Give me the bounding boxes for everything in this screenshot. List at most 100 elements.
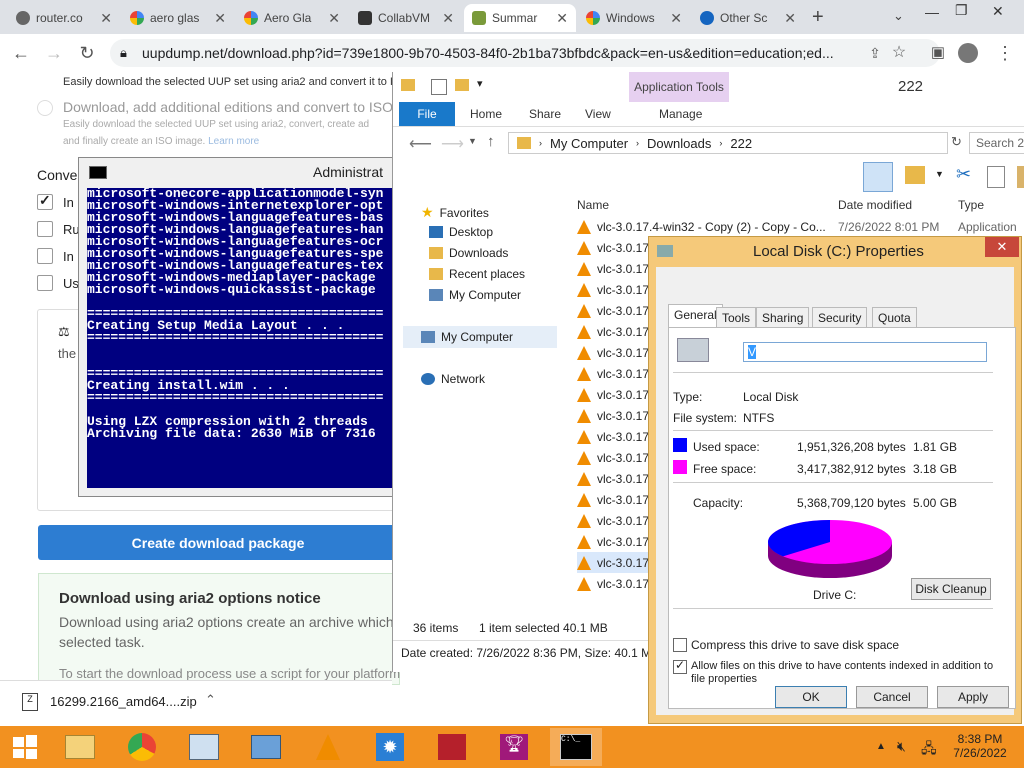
option-checkbox[interactable]: ✓ bbox=[37, 192, 53, 210]
file-row[interactable]: vlc-3.0.17 bbox=[577, 531, 649, 552]
search-input[interactable]: Search 22 bbox=[969, 132, 1024, 154]
properties-dialog[interactable]: Local Disk (C:) Properties ✕ General Too… bbox=[648, 236, 1022, 724]
breadcrumb-item[interactable]: 222 bbox=[730, 136, 752, 151]
column-header-date[interactable]: Date modified bbox=[838, 198, 912, 212]
option-checkbox[interactable] bbox=[37, 248, 53, 264]
quick-access-dropdown-icon[interactable]: ▾ bbox=[477, 77, 483, 90]
options-dropdown-icon[interactable]: ▼ bbox=[935, 169, 944, 179]
cut-icon[interactable]: ✂ bbox=[956, 164, 971, 185]
menu-kebab-icon[interactable]: ⋮ bbox=[994, 42, 1016, 64]
file-explorer-icon[interactable] bbox=[54, 728, 106, 766]
share-icon[interactable]: ⇪ bbox=[864, 42, 886, 64]
cancel-button[interactable]: Cancel bbox=[856, 686, 928, 708]
recent-locations-chevron-icon[interactable]: ▼ bbox=[468, 136, 477, 146]
file-row[interactable]: vlc-3.0.17 bbox=[577, 342, 649, 363]
tab-quota[interactable]: Quota bbox=[872, 307, 917, 329]
close-icon[interactable]: ✕ bbox=[670, 10, 682, 27]
column-header-type[interactable]: Type bbox=[958, 198, 984, 212]
bookmark-star-icon[interactable]: ☆ bbox=[888, 42, 910, 64]
nav-desktop[interactable]: Desktop bbox=[429, 225, 493, 239]
column-header-name[interactable]: Name bbox=[577, 198, 609, 212]
ok-button[interactable]: OK bbox=[775, 686, 847, 708]
dialog-close-button[interactable]: ✕ bbox=[985, 237, 1019, 257]
show-hidden-icons-chevron[interactable]: ▲ bbox=[876, 741, 886, 752]
close-icon[interactable]: ✕ bbox=[556, 10, 568, 27]
file-row[interactable]: vlc-3.0.17 bbox=[577, 405, 649, 426]
tab-sharing[interactable]: Sharing bbox=[756, 307, 810, 329]
tab-file[interactable]: File bbox=[399, 102, 455, 126]
nav-network[interactable]: Network bbox=[421, 372, 485, 386]
file-row[interactable]: vlc-3.0.17 bbox=[577, 321, 649, 342]
file-row[interactable]: vlc-3.0.17 bbox=[577, 384, 649, 405]
up-arrow-icon[interactable]: ↑ bbox=[487, 133, 495, 150]
file-row[interactable]: vlc-3.0.17 bbox=[577, 447, 649, 468]
profile-avatar[interactable] bbox=[958, 43, 978, 63]
index-checkbox[interactable]: ✓ bbox=[673, 658, 687, 674]
option-checkbox[interactable] bbox=[37, 275, 53, 291]
clock[interactable]: 8:38 PM 7/26/2022 bbox=[950, 732, 1010, 760]
preview-pane-icon[interactable] bbox=[863, 162, 893, 192]
volume-label-input[interactable]: V bbox=[743, 342, 987, 362]
radio-option-2[interactable] bbox=[37, 100, 53, 116]
disk-cleanup-button[interactable]: Disk Cleanup bbox=[911, 578, 991, 600]
tab-tools[interactable]: Tools bbox=[716, 307, 757, 329]
tab-share[interactable]: Share bbox=[529, 102, 561, 126]
file-row[interactable]: vlc-3.0.17 bbox=[577, 279, 649, 300]
close-icon[interactable]: ✕ bbox=[442, 10, 454, 27]
tab-home[interactable]: Home bbox=[470, 102, 502, 126]
chrome-icon[interactable] bbox=[116, 728, 168, 766]
explorer-address-bar[interactable]: › My Computer › Downloads › 222 bbox=[508, 132, 948, 154]
file-row[interactable]: vlc-3.0.17 bbox=[577, 258, 649, 279]
tab-other[interactable]: Other Sc ✕ bbox=[692, 4, 804, 32]
nav-recent-places[interactable]: Recent places bbox=[429, 267, 525, 281]
file-row[interactable]: vlc-3.0.17 bbox=[577, 468, 649, 489]
control-panel-icon[interactable] bbox=[240, 728, 292, 766]
command-prompt-window[interactable]: Administrat microsoft-onecore-applicatio… bbox=[78, 157, 396, 497]
address-bar[interactable]: 🔒︎ uupdump.net/download.php?id=739e1800-… bbox=[110, 39, 940, 67]
paste-icon[interactable] bbox=[1017, 166, 1024, 188]
settings-icon[interactable]: ✹ bbox=[364, 728, 416, 766]
nav-my-computer[interactable]: My Computer bbox=[421, 330, 513, 344]
file-row[interactable]: vlc-3.0.17 bbox=[577, 237, 649, 258]
tab-security[interactable]: Security bbox=[812, 307, 868, 329]
close-icon[interactable]: ✕ bbox=[328, 10, 340, 27]
tab-aero-glass-search[interactable]: aero glas ✕ bbox=[122, 4, 234, 32]
breadcrumb-item[interactable]: Downloads bbox=[647, 136, 711, 151]
vlc-icon[interactable] bbox=[302, 728, 354, 766]
tab-view[interactable]: View bbox=[585, 102, 611, 126]
start-button[interactable] bbox=[0, 728, 50, 766]
nav-favorites[interactable]: ★ Favorites bbox=[421, 204, 489, 221]
volume-muted-icon[interactable]: 🔇︎ bbox=[897, 738, 906, 755]
cmd-output[interactable]: microsoft-onecore-applicationmodel-syn mi… bbox=[87, 188, 393, 488]
refresh-icon[interactable]: ↻ bbox=[951, 134, 962, 150]
download-filename[interactable]: 16299.2166_amd64....zip bbox=[50, 694, 197, 709]
tab-summary[interactable]: Summar ✕ bbox=[464, 4, 576, 32]
cmd-icon[interactable]: C:\_ bbox=[550, 728, 602, 766]
folder-check-icon[interactable] bbox=[905, 166, 925, 184]
file-row[interactable]: vlc-3.0.17 bbox=[577, 489, 649, 510]
compress-checkbox[interactable] bbox=[673, 638, 687, 652]
minimize-button[interactable]: — bbox=[925, 4, 939, 20]
close-icon[interactable]: ✕ bbox=[100, 10, 112, 27]
file-row[interactable]: vlc-3.0.17 bbox=[577, 300, 649, 321]
properties-icon[interactable] bbox=[431, 79, 447, 95]
tab-aero-glass[interactable]: Aero Gla ✕ bbox=[236, 4, 348, 32]
back-arrow-icon[interactable]: ⟵ bbox=[409, 134, 432, 154]
tab-windows[interactable]: Windows ✕ bbox=[578, 4, 690, 32]
news-icon[interactable] bbox=[426, 728, 478, 766]
tab-search-chevron-icon[interactable]: ⌄ bbox=[893, 8, 904, 24]
task-manager-icon[interactable] bbox=[178, 728, 230, 766]
file-row[interactable]: vlc-3.0.17 bbox=[577, 552, 650, 573]
new-folder-icon[interactable] bbox=[455, 79, 469, 91]
nav-downloads[interactable]: Downloads bbox=[429, 246, 508, 260]
close-icon[interactable]: ✕ bbox=[784, 10, 796, 27]
side-panel-icon[interactable]: ▣ bbox=[927, 42, 949, 64]
option-checkbox[interactable] bbox=[37, 221, 53, 237]
file-row[interactable]: vlc-3.0.17 bbox=[577, 363, 649, 384]
close-icon[interactable]: ✕ bbox=[214, 10, 226, 27]
restore-button[interactable]: ❐ bbox=[955, 2, 968, 19]
trophy-icon[interactable]: 🏆︎ bbox=[488, 728, 540, 766]
nav-my-computer-favorite[interactable]: My Computer bbox=[429, 288, 521, 302]
file-row[interactable]: vlc-3.0.17.4-win32 - Copy (2) - Copy - C… bbox=[577, 216, 826, 237]
copy-icon[interactable] bbox=[987, 166, 1005, 188]
